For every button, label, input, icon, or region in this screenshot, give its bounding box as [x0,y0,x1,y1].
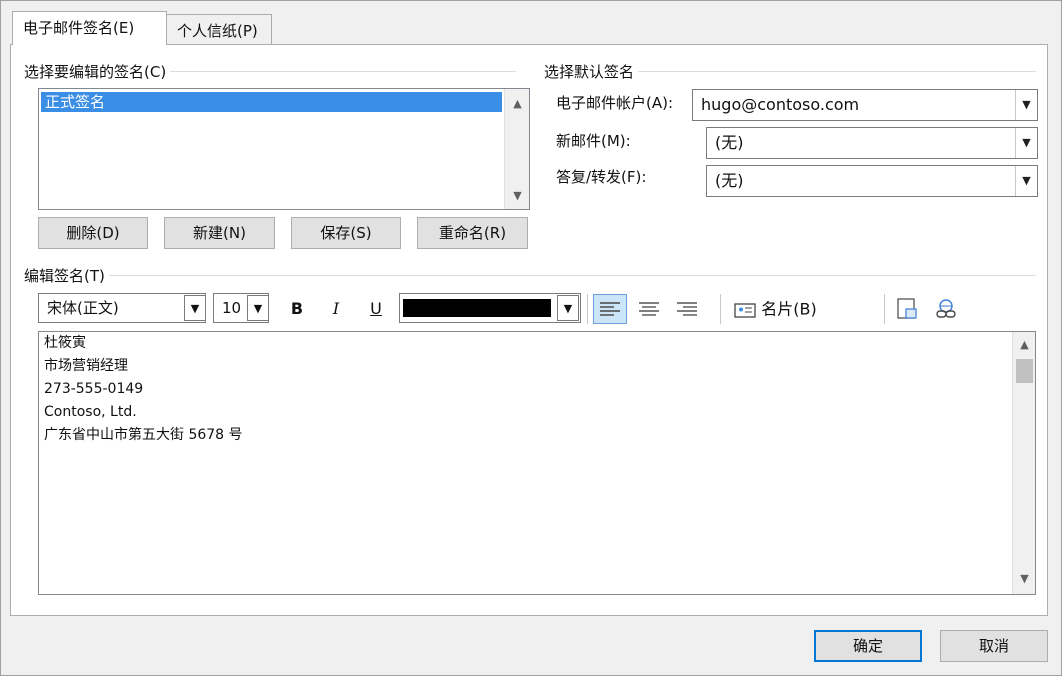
font-color-swatch [403,299,551,317]
ok-button-label: 确定 [852,637,883,655]
chevron-down-icon[interactable]: ▼ [1013,570,1036,588]
toolbar-separator [587,294,588,324]
account-select[interactable]: hugo@contoso.com ▼ [692,89,1038,121]
chevron-down-icon[interactable]: ▼ [557,295,579,321]
tab-email-signature-label: 电子邮件签名(E) [23,19,135,37]
signature-line-company: Contoso, Ltd. [44,404,137,420]
hyperlink-button[interactable] [930,295,962,323]
italic-button[interactable]: I [322,295,350,323]
signature-line-address: 广东省中山市第五大街 5678 号 [44,427,243,443]
font-size-select-value: 10 [222,299,242,317]
scrollbar-thumb[interactable] [1016,359,1033,383]
new-messages-select[interactable]: (无) ▼ [706,127,1038,159]
business-card-label: 名片(B) [761,299,817,319]
align-left-icon [600,302,620,316]
align-center-button[interactable] [633,295,665,323]
tab-personal-stationery[interactable]: 个人信纸(P) [166,14,272,44]
bold-button-label: B [290,299,304,318]
font-select-value: 宋体(正文) [47,299,119,317]
font-color-select[interactable] [399,293,581,323]
signature-line-title: 市场营销经理 [44,358,128,374]
new-button-label: 新建(N) [193,224,246,242]
replies-forwards-select-value: (无) [715,171,744,190]
font-select[interactable]: 宋体(正文) [38,293,206,323]
signature-editor[interactable]: 杜筱寅 市场营销经理 273-555-0149 Contoso, Ltd. 广东… [38,331,1036,595]
align-left-button[interactable] [593,294,627,324]
signature-list[interactable]: 正式签名 ▲ ▼ [38,88,530,210]
delete-button-label: 删除(D) [66,224,120,242]
new-button[interactable]: 新建(N) [164,217,275,249]
rename-button-label: 重命名(R) [438,224,507,242]
save-button[interactable]: 保存(S) [291,217,401,249]
chevron-down-icon[interactable]: ▼ [247,295,269,321]
align-center-icon [639,302,659,316]
save-button-label: 保存(S) [320,224,372,242]
cancel-button[interactable]: 取消 [940,630,1048,662]
bold-button[interactable]: B [283,295,311,323]
italic-button-label: I [332,299,340,318]
delete-button[interactable]: 删除(D) [38,217,148,249]
signature-list-item-selected[interactable]: 正式签名 [41,92,502,112]
chevron-up-icon[interactable]: ▲ [1013,336,1036,354]
toolbar-separator [720,294,721,324]
replies-forwards-label: 答复/转发(F): [556,168,647,186]
tab-personal-stationery-label: 个人信纸(P) [177,22,258,40]
chevron-down-icon[interactable]: ▼ [1015,166,1037,196]
chevron-up-icon[interactable]: ▲ [505,95,530,113]
signature-list-scrollbar[interactable]: ▲ ▼ [504,89,529,209]
new-messages-label: 新邮件(M): [556,132,631,150]
ok-button[interactable]: 确定 [814,630,922,662]
underline-button[interactable]: U [362,295,390,323]
insert-picture-icon [897,298,917,319]
select-signature-heading: 选择要编辑的签名(C) [24,61,171,82]
insert-picture-button[interactable] [892,295,922,323]
account-select-value: hugo@contoso.com [701,95,860,114]
signature-list-item-label: 正式签名 [45,93,106,111]
signature-line-name: 杜筱寅 [44,335,86,351]
underline-button-label: U [370,299,382,318]
editor-scrollbar[interactable]: ▲ ▼ [1012,332,1035,594]
chevron-down-icon[interactable]: ▼ [1015,90,1037,120]
business-card-button[interactable]: 名片(B) [729,295,821,323]
align-right-icon [677,302,697,316]
toolbar-separator [884,294,885,324]
align-right-button[interactable] [671,295,703,323]
default-signature-heading: 选择默认签名 [544,61,639,82]
chevron-down-icon[interactable]: ▼ [505,187,530,205]
divider-edit-signature [26,275,1036,276]
cancel-button-label: 取消 [978,637,1009,655]
new-messages-select-value: (无) [715,133,744,152]
tab-email-signature[interactable]: 电子邮件签名(E) [12,11,167,45]
edit-signature-heading: 编辑签名(T) [24,265,109,286]
signature-line-phone: 273-555-0149 [44,381,144,397]
signature-text[interactable]: 杜筱寅 市场营销经理 273-555-0149 Contoso, Ltd. 广东… [44,332,243,447]
chevron-down-icon[interactable]: ▼ [184,295,206,321]
business-card-icon [734,302,756,318]
replies-forwards-select[interactable]: (无) ▼ [706,165,1038,197]
hyperlink-icon [936,299,956,318]
account-label: 电子邮件帐户(A): [556,94,674,112]
rename-button[interactable]: 重命名(R) [417,217,528,249]
chevron-down-icon[interactable]: ▼ [1015,128,1037,158]
